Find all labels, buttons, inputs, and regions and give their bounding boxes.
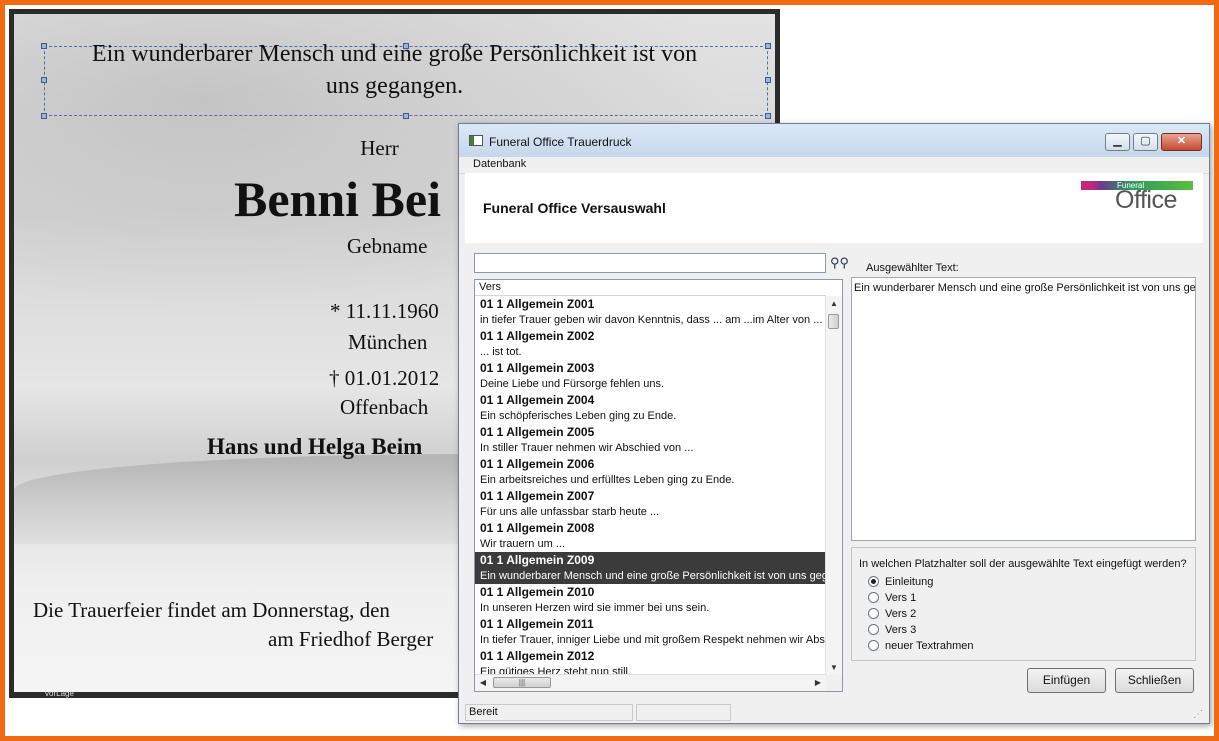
header-panel: Funeral Office Versauswahl Funeral Offic… [465, 173, 1203, 243]
logo-text-big: Office [1115, 186, 1177, 214]
verse-row-title[interactable]: 01 1 Allgemein Z007 [475, 488, 826, 504]
radio-label: Einleitung [885, 576, 934, 588]
resize-handle[interactable] [765, 113, 771, 119]
verse-row-title[interactable]: 01 1 Allgemein Z004 [475, 392, 826, 408]
verse-row-title[interactable]: 01 1 Allgemein Z011 [475, 616, 826, 632]
radio-button-icon[interactable] [868, 624, 879, 635]
verse-row-title[interactable]: 01 1 Allgemein Z012 [475, 648, 826, 664]
title-bar[interactable]: Funeral Office Trauerdruck ▁ ▢ ✕ [459, 124, 1209, 157]
status-cell-empty [636, 704, 731, 721]
radio-option[interactable]: Vers 2 [868, 607, 916, 621]
radio-option[interactable]: Vers 3 [868, 623, 916, 637]
verse-row-text[interactable]: Wir trauern um ... [475, 536, 826, 552]
radio-option[interactable]: neuer Textrahmen [868, 639, 973, 653]
verse-row-text[interactable]: In unseren Herzen wird sie immer bei uns… [475, 600, 826, 616]
verse-list-body: 01 1 Allgemein Z001 in tiefer Trauer gebe… [475, 296, 826, 676]
verse-row-text[interactable]: Ein schöpferisches Leben ging zu Ende. [475, 408, 826, 424]
vertical-scrollbar[interactable]: ▲ ▼ [825, 296, 842, 676]
search-input[interactable] [474, 253, 826, 273]
list-column-header[interactable]: Vers [475, 280, 826, 296]
verse-row-text[interactable]: In stiller Trauer nehmen wir Abschied vo… [475, 440, 826, 456]
verse-row-title[interactable]: 01 1 Allgemein Z001 [475, 296, 826, 312]
page-title: Funeral Office Versauswahl [483, 200, 666, 216]
maximize-button[interactable]: ▢ [1133, 133, 1158, 151]
radio-button-icon[interactable] [868, 576, 879, 587]
verse-row-text[interactable]: Ein wunderbarer Mensch und eine große Pe… [475, 568, 826, 584]
radio-button-icon[interactable] [868, 608, 879, 619]
scroll-down-arrow-icon[interactable]: ▼ [826, 660, 842, 676]
placeholder-group: In welchen Platzhalter soll der ausgewäh… [851, 547, 1196, 661]
verse-row-title[interactable]: 01 1 Allgemein Z009 [475, 552, 826, 568]
horizontal-scrollbar[interactable]: ◀ ||| ▶ [475, 674, 826, 691]
close-button[interactable]: Schließen [1115, 668, 1194, 693]
resize-handle[interactable] [41, 113, 47, 119]
funeral-office-logo: Funeral Office [1081, 181, 1193, 214]
radio-label: Vers 2 [885, 608, 917, 620]
radio-button-icon[interactable] [868, 640, 879, 651]
document-footer-mark: vorLage [45, 689, 74, 698]
verse-row-title[interactable]: 01 1 Allgemein Z006 [475, 456, 826, 472]
scroll-right-arrow-icon[interactable]: ▶ [810, 675, 826, 691]
selected-text-label: Ausgewählter Text: [866, 262, 959, 274]
selected-text-area[interactable]: Ein wunderbarer Mensch und eine große Pe… [851, 277, 1196, 541]
verse-row-title[interactable]: 01 1 Allgemein Z002 [475, 328, 826, 344]
radio-label: neuer Textrahmen [885, 640, 974, 652]
menu-datenbank[interactable]: Datenbank [473, 158, 526, 170]
menu-bar: Datenbank [459, 157, 1209, 174]
verse-row-text[interactable]: Für uns alle unfassbar starb heute ... [475, 504, 826, 520]
placeholder-question: In welchen Platzhalter soll der ausgewäh… [859, 558, 1187, 570]
verse-list[interactable]: Vers 01 1 Allgemein Z001 in tiefer Trauer… [474, 279, 843, 692]
scroll-left-arrow-icon[interactable]: ◀ [475, 675, 491, 691]
verse-row-title[interactable]: 01 1 Allgemein Z003 [475, 360, 826, 376]
status-text: Bereit [465, 704, 633, 721]
headline-line-1: Ein wunderbarer Mensch und eine große Pe… [91, 41, 698, 67]
scroll-up-arrow-icon[interactable]: ▲ [826, 296, 842, 312]
binoculars-icon[interactable]: ⚲⚲ [830, 256, 849, 270]
window-title: Funeral Office Trauerdruck [489, 135, 632, 149]
app-icon [469, 135, 483, 146]
radio-option[interactable]: Vers 1 [868, 591, 916, 605]
headline-line-2: uns gegangen. [325, 73, 464, 99]
radio-button-icon[interactable] [868, 592, 879, 603]
radio-option[interactable]: Einleitung [868, 575, 933, 589]
resize-handle[interactable] [403, 113, 409, 119]
minimize-button[interactable]: ▁ [1105, 133, 1130, 151]
close-window-button[interactable]: ✕ [1161, 133, 1202, 151]
verse-row-text[interactable]: in tiefer Trauer geben wir davon Kenntni… [475, 312, 826, 328]
vertical-scroll-thumb[interactable] [828, 314, 839, 329]
resize-grip-icon[interactable]: ⋰ [1193, 709, 1203, 720]
scrollbar-corner [826, 675, 842, 691]
verse-row-title[interactable]: 01 1 Allgemein Z010 [475, 584, 826, 600]
insert-button[interactable]: Einfügen [1027, 668, 1106, 693]
status-bar: Bereit ⋰ [465, 702, 1205, 722]
radio-label: Vers 3 [885, 624, 917, 636]
radio-label: Vers 1 [885, 592, 917, 604]
funeral-office-dialog: Funeral Office Trauerdruck ▁ ▢ ✕ Datenba… [458, 123, 1210, 724]
verse-row-title[interactable]: 01 1 Allgemein Z008 [475, 520, 826, 536]
verse-row-title[interactable]: 01 1 Allgemein Z005 [475, 424, 826, 440]
verse-row-text[interactable]: In tiefer Trauer, inniger Liebe und mit … [475, 632, 826, 648]
verse-row-text[interactable]: Ein arbeitsreiches und erfülltes Leben g… [475, 472, 826, 488]
verse-row-text[interactable]: ... ist tot. [475, 344, 826, 360]
verse-row-text[interactable]: Deine Liebe und Fürsorge fehlen uns. [475, 376, 826, 392]
horizontal-scroll-thumb[interactable]: ||| [493, 677, 551, 688]
